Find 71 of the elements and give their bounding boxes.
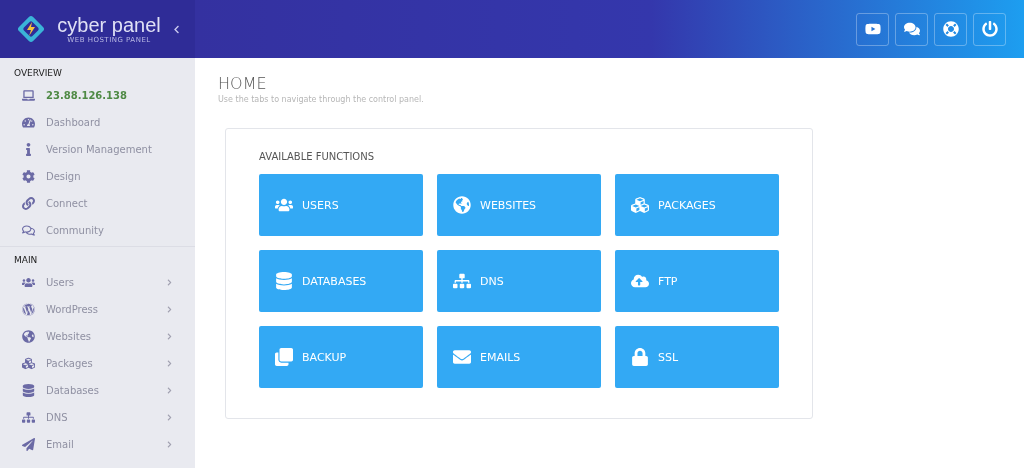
sidebar-item[interactable]: Users bbox=[0, 269, 195, 296]
paper-plane-icon bbox=[22, 438, 35, 451]
dashboard-gauge-icon bbox=[22, 116, 35, 129]
sidebar-label: 23.88.126.138 bbox=[46, 90, 128, 101]
function-tile[interactable]: DNS bbox=[437, 250, 601, 312]
sidebar-label: Dashboard bbox=[46, 117, 102, 128]
lock-icon bbox=[631, 348, 649, 366]
function-tile[interactable]: USERS bbox=[259, 174, 423, 236]
brand-name: cyber panel bbox=[57, 14, 161, 36]
chat-bubbles-icon bbox=[22, 224, 35, 237]
sidebar-item[interactable]: WordPress bbox=[0, 296, 195, 323]
sidebar-item[interactable]: Packages bbox=[0, 350, 195, 377]
sidebar-label: Community bbox=[46, 225, 105, 236]
sidebar-item[interactable]: Databases bbox=[0, 377, 195, 404]
function-tile[interactable]: BACKUP bbox=[259, 326, 423, 388]
sidebar-item[interactable]: 23.88.126.138 bbox=[0, 82, 195, 109]
logout-button[interactable] bbox=[973, 12, 1006, 46]
card-title: AVAILABLE FUNCTIONS bbox=[259, 151, 376, 162]
sitemap-icon bbox=[22, 411, 35, 424]
database-icon bbox=[275, 272, 293, 290]
function-tile[interactable]: FTP bbox=[615, 250, 779, 312]
cloud-upload-icon bbox=[631, 272, 649, 290]
sidebar-item[interactable]: Connect bbox=[0, 190, 195, 217]
power-icon bbox=[981, 21, 998, 37]
users-icon bbox=[275, 196, 293, 214]
globe-icon bbox=[453, 196, 471, 214]
chat-button[interactable] bbox=[895, 12, 928, 46]
life-ring-icon bbox=[942, 21, 959, 37]
function-tile[interactable]: EMAILS bbox=[437, 326, 601, 388]
sidebar-label: Email bbox=[46, 439, 75, 450]
envelope-icon bbox=[453, 348, 471, 366]
sidebar-item[interactable]: Design bbox=[0, 163, 195, 190]
sidebar-label: Websites bbox=[46, 331, 93, 342]
wordpress-icon bbox=[22, 303, 35, 316]
sidebar-label: Users bbox=[46, 277, 75, 288]
sidebar-label: Databases bbox=[46, 385, 100, 396]
sidebar-item[interactable]: Email bbox=[0, 431, 195, 458]
youtube-icon bbox=[864, 21, 881, 37]
function-tile[interactable]: WEBSITES bbox=[437, 174, 601, 236]
page-title: HOME bbox=[218, 74, 268, 93]
sidebar-item[interactable]: Version Management bbox=[0, 136, 195, 163]
cubes-icon bbox=[22, 357, 35, 370]
sidebar-label: Connect bbox=[46, 198, 89, 209]
sidebar-item[interactable]: Community bbox=[0, 217, 195, 244]
sidebar-label: WordPress bbox=[46, 304, 100, 315]
laptop-icon bbox=[22, 89, 35, 102]
section-title: MAIN bbox=[13, 254, 39, 267]
sidebar-label: Packages bbox=[46, 358, 94, 369]
users-icon bbox=[22, 276, 35, 289]
support-button[interactable] bbox=[934, 12, 967, 46]
sitemap-icon bbox=[453, 272, 471, 290]
sidebar-item[interactable]: DNS bbox=[0, 404, 195, 431]
youtube-button[interactable] bbox=[856, 12, 889, 46]
sidebar-label: Version Management bbox=[46, 144, 153, 155]
section-title: OVERVIEW bbox=[13, 67, 63, 80]
function-tile[interactable]: PACKAGES bbox=[615, 174, 779, 236]
chat-bubbles-icon bbox=[903, 21, 920, 37]
database-icon bbox=[22, 384, 35, 397]
sidebar-item[interactable]: Dashboard bbox=[0, 109, 195, 136]
globe-icon bbox=[22, 330, 35, 343]
copy-icon bbox=[275, 348, 293, 366]
sidebar-label: Design bbox=[46, 171, 82, 182]
gear-icon bbox=[22, 170, 35, 183]
page-subtitle: Use the tabs to navigate through the control panel. bbox=[218, 95, 425, 104]
sidebar-label: DNS bbox=[46, 412, 69, 423]
sidebar-item[interactable]: Websites bbox=[0, 323, 195, 350]
collapse-icon[interactable] bbox=[172, 24, 181, 34]
cubes-icon bbox=[631, 196, 649, 214]
function-tile[interactable]: DATABASES bbox=[259, 250, 423, 312]
function-tile[interactable]: SSL bbox=[615, 326, 779, 388]
link-icon bbox=[22, 197, 35, 210]
